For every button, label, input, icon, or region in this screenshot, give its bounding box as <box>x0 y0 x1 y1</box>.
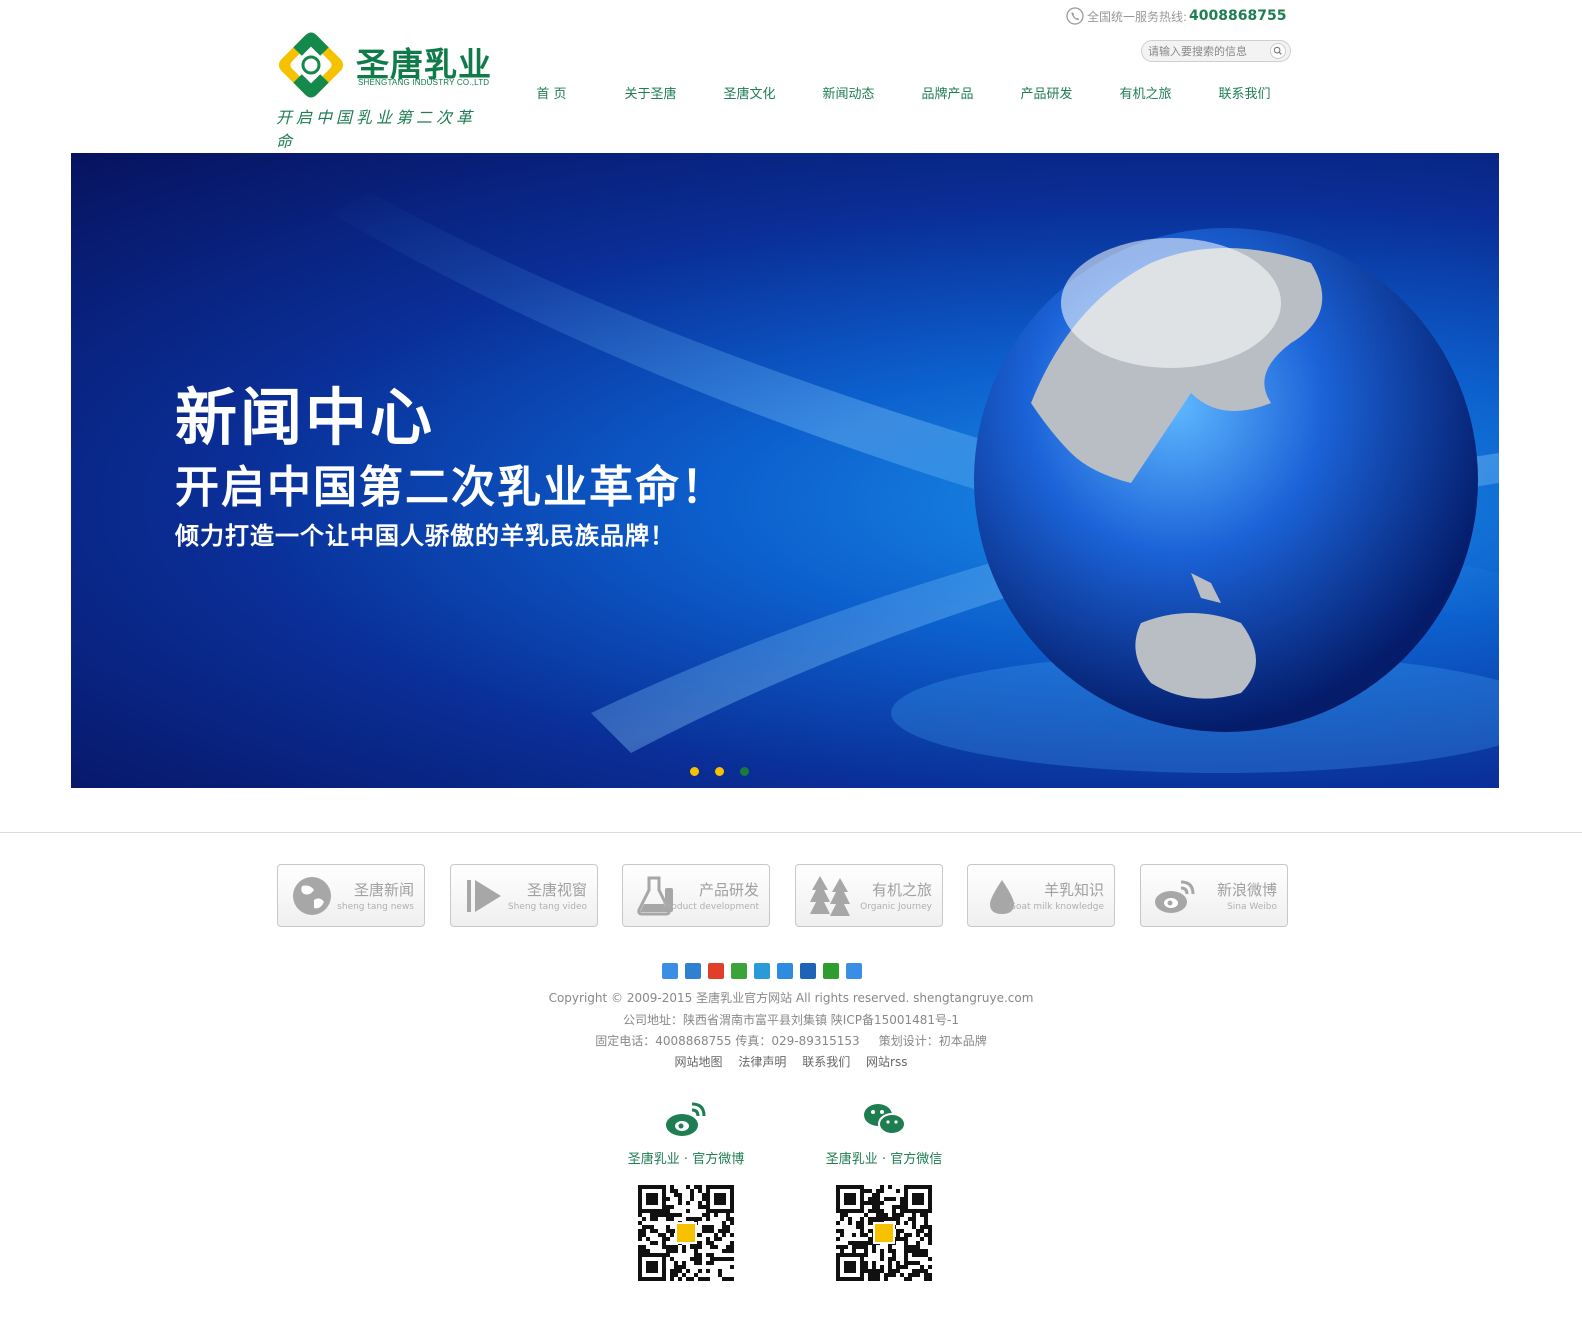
search-input[interactable] <box>1148 43 1266 59</box>
carousel-dot[interactable] <box>715 767 724 776</box>
nav-item-organic[interactable]: 有机之旅 <box>1096 84 1195 106</box>
weibo-qr-code <box>638 1185 734 1281</box>
nav-item-contact[interactable]: 联系我们 <box>1195 84 1294 106</box>
share-bar <box>662 963 869 979</box>
category-label: 羊乳知识 <box>1043 881 1104 899</box>
category-research-button[interactable]: 产品研发 Product development <box>622 864 770 927</box>
nav-item-home[interactable]: 首 页 <box>502 84 601 106</box>
category-sublabel: Sheng tang video <box>507 902 587 912</box>
footer-link-legal[interactable]: 法律声明 <box>738 1055 786 1069</box>
hotline: 全国统一服务热线: 4008868755 <box>1066 5 1286 27</box>
company-contact: 固定电话：4008868755 传真：029-89315153 策划设计：初本品… <box>595 1034 987 1048</box>
share-renren-icon[interactable] <box>800 963 816 979</box>
social-weibo-label: 圣唐乳业 · 官方微博 <box>627 1152 745 1167</box>
category-weibo-button[interactable]: 新浪微博 Sina Weibo <box>1140 864 1288 927</box>
category-video-button[interactable]: 圣唐视窗 Sheng tang video <box>450 864 598 927</box>
logo-slogan: 开启中国乳业第二次革命 <box>276 108 477 151</box>
globe-icon <box>293 877 331 915</box>
category-organic-button[interactable]: 有机之旅 Organic Journey <box>795 864 943 927</box>
category-sublabel: sheng tang news <box>337 902 414 912</box>
social-weibo: 圣唐乳业 · 官方微博 <box>606 1100 766 1281</box>
social-wechat: 圣唐乳业 · 官方微信 <box>804 1100 964 1281</box>
share-weibo-icon[interactable] <box>708 963 724 979</box>
category-label: 新浪微博 <box>1216 881 1277 899</box>
hotline-label: 全国统一服务热线: <box>1087 9 1188 24</box>
hotline-number[interactable]: 4008868755 <box>1189 8 1286 24</box>
category-sublabel: Product development <box>662 902 759 912</box>
social-wechat-label: 圣唐乳业 · 官方微信 <box>825 1152 943 1167</box>
category-sublabel: Goat milk knowledge <box>1008 902 1104 912</box>
category-sublabel: Sina Weibo <box>1227 902 1277 912</box>
copyright: Copyright © 2009-2015 圣唐乳业官方网站 All right… <box>548 991 1034 1005</box>
main-nav: 首 页 关于圣唐 圣唐文化 新闻动态 品牌产品 产品研发 有机之旅 联系我们 <box>502 84 1294 106</box>
category-label: 圣唐视窗 <box>526 881 587 899</box>
phone-icon <box>1066 7 1084 25</box>
share-qq-icon[interactable] <box>777 963 793 979</box>
category-news-button[interactable]: 圣唐新闻 sheng tang news <box>277 864 425 927</box>
share-wechat-icon[interactable] <box>731 963 747 979</box>
weibo-icon <box>1155 880 1195 913</box>
weibo-icon[interactable] <box>664 1100 708 1138</box>
search-box <box>1141 40 1291 62</box>
hero-banner[interactable]: 新闻中心 开启中国第二次乳业革命！ 倾力打造一个让中国人骄傲的羊乳民族品牌！ <box>71 153 1499 788</box>
footer-link-contact[interactable]: 联系我们 <box>802 1055 850 1069</box>
nav-item-culture[interactable]: 圣唐文化 <box>700 84 799 106</box>
share-kaixin-icon[interactable] <box>823 963 839 979</box>
category-label: 产品研发 <box>698 881 759 899</box>
trees-icon <box>810 876 850 916</box>
logo-english-name: SHENGTANG INDUSTRY CO.,LTD <box>358 78 490 87</box>
banner-tagline: 倾力打造一个让中国人骄傲的羊乳民族品牌！ <box>175 522 675 550</box>
company-address: 公司地址：陕西省渭南市富平县刘集镇 陕ICP备15001481号-1 <box>622 1013 959 1027</box>
search-icon[interactable] <box>1270 43 1286 59</box>
nav-item-research[interactable]: 产品研发 <box>997 84 1096 106</box>
category-sublabel: Organic Journey <box>860 902 932 912</box>
carousel-dot[interactable] <box>740 767 749 776</box>
carousel-dots <box>690 767 765 776</box>
footer-link-sitemap[interactable]: 网站地图 <box>675 1055 723 1069</box>
carousel-dot[interactable] <box>690 767 699 776</box>
category-knowledge-button[interactable]: 羊乳知识 Goat milk knowledge <box>967 864 1115 927</box>
share-plus-icon[interactable] <box>662 963 678 979</box>
section-divider <box>0 832 1582 833</box>
footer-links: 网站地图 法律声明 联系我们 网站rss <box>0 1053 1582 1070</box>
play-icon <box>467 880 501 912</box>
share-more-icon[interactable] <box>846 963 862 979</box>
wechat-qr-code <box>836 1185 932 1281</box>
nav-item-products[interactable]: 品牌产品 <box>898 84 997 106</box>
category-label: 有机之旅 <box>871 881 932 899</box>
share-tqq-icon[interactable] <box>754 963 770 979</box>
category-label: 圣唐新闻 <box>353 881 414 899</box>
banner-subtitle: 开启中国第二次乳业革命！ <box>175 462 727 513</box>
nav-item-about[interactable]: 关于圣唐 <box>601 84 700 106</box>
share-qzone-icon[interactable] <box>685 963 701 979</box>
nav-item-news[interactable]: 新闻动态 <box>799 84 898 106</box>
banner-title: 新闻中心 <box>175 381 436 454</box>
wechat-icon[interactable] <box>862 1100 906 1138</box>
footer-link-rss[interactable]: 网站rss <box>866 1055 907 1069</box>
logo-emblem-icon <box>278 32 344 98</box>
logo[interactable]: 圣唐乳业 SHENGTANG INDUSTRY CO.,LTD 开启中国乳业第二… <box>276 28 492 151</box>
